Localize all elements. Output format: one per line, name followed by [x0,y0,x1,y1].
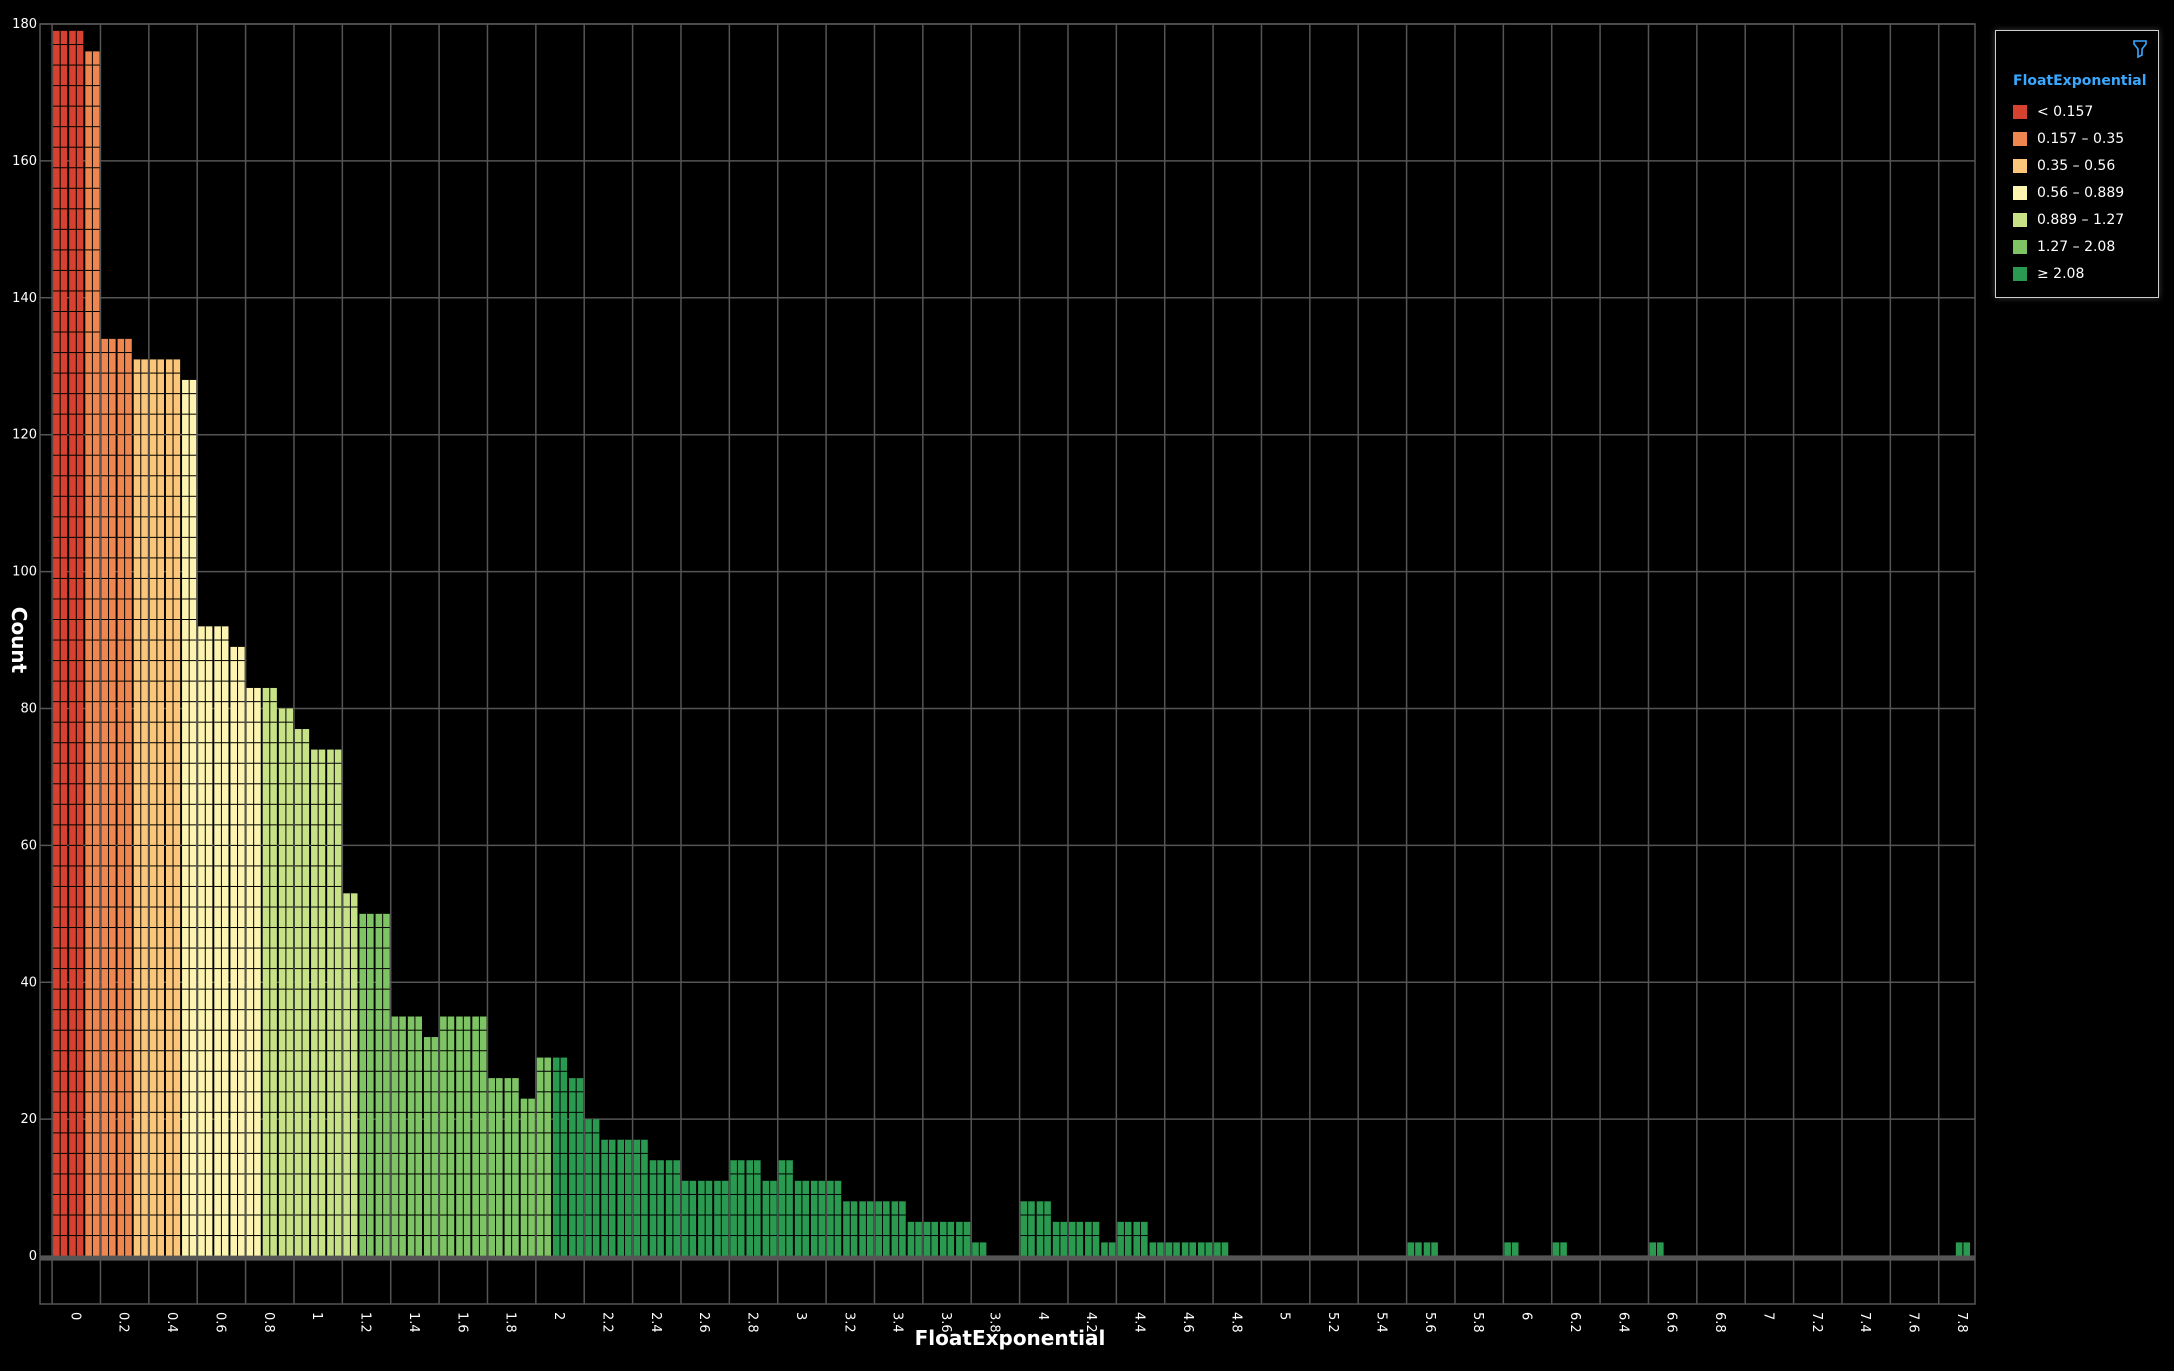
x-tick-label: 7 [1760,1312,1775,1320]
y-tick-label: 160 [12,154,37,169]
x-tick-label: 1.4 [406,1312,421,1333]
x-tick-label: 6.2 [1567,1312,1582,1333]
legend-item-label: 0.35 – 0.56 [2037,157,2116,174]
legend-item-label: 1.27 – 2.08 [2037,238,2116,255]
y-tick-label: 0 [29,1249,37,1264]
x-tick-label: 0 [67,1312,82,1320]
x-tick-label: 1.6 [454,1312,469,1333]
x-axis-title: FloatExponential [915,1326,1106,1350]
x-tick-label: 2.6 [696,1312,711,1333]
x-tick-label: 4.6 [1180,1312,1195,1333]
legend-item-label: 0.56 – 0.889 [2037,184,2125,201]
x-tick-label: 5.8 [1470,1312,1485,1333]
x-tick-label: 7.6 [1906,1312,1921,1333]
legend-panel: FloatExponential < 0.157 0.157 – 0.35 0.35… [1995,30,2159,298]
legend-swatch [2013,212,2027,227]
chart-stage: 0 20 40 60 80 100 120 140 160 180 0 0.2 0.4 0.6 0.8 1 1.… [0,0,2174,1371]
x-tick-label: 0.6 [212,1312,227,1333]
legend-item-label: ≥ 2.08 [2037,265,2085,282]
x-tick-label: 3.4 [890,1312,905,1333]
x-tick-label: 5.2 [1325,1312,1340,1333]
y-axis-title: Count [7,607,31,674]
legend-swatch [2013,158,2027,173]
legend-item-label: 0.157 – 0.35 [2037,130,2125,147]
x-tick-label: 6 [1519,1312,1534,1320]
x-tick-label: 0.4 [164,1312,179,1333]
x-tick-label: 2.8 [745,1312,760,1333]
x-tick-label: 2.2 [599,1312,614,1333]
legend-title: FloatExponential [2013,73,2147,89]
filter-funnel-icon[interactable] [2132,39,2148,59]
x-tick-label: 4 [1035,1312,1050,1320]
y-tick-label: 100 [12,565,37,580]
legend-swatch [2013,266,2027,281]
histogram-bars [53,30,1971,1257]
legend-items: < 0.157 0.157 – 0.35 0.35 – 0.56 0.56 – 0.8… [2013,98,2158,287]
x-tick-label: 1.2 [358,1312,373,1333]
legend-item[interactable]: 0.56 – 0.889 [2013,179,2158,206]
y-tick-label: 20 [20,1112,37,1127]
x-tick-label: 6.4 [1615,1312,1630,1333]
legend-swatch [2013,104,2027,119]
y-tick-label: 120 [12,428,37,443]
x-tick-label: 6.6 [1664,1312,1679,1333]
y-tick-label: 60 [20,838,37,853]
x-tick-label: 3.2 [841,1312,856,1333]
x-tick-label: 2.4 [648,1312,663,1333]
x-tick-label: 3 [793,1312,808,1320]
y-tick-label: 40 [20,975,37,990]
x-tick-label: 4.4 [1132,1312,1147,1333]
histogram-chart: 0 20 40 60 80 100 120 140 160 180 0 0.2 0.4 0.6 0.8 1 1.… [7,17,1976,1350]
y-tick-label: 140 [12,291,37,306]
legend-item[interactable]: 0.889 – 1.27 [2013,206,2158,233]
legend-item[interactable]: 1.27 – 2.08 [2013,233,2158,260]
x-tick-label: 5 [1277,1312,1292,1320]
x-tick-label: 5.6 [1422,1312,1437,1333]
legend-item[interactable]: < 0.157 [2013,98,2158,125]
legend-swatch [2013,239,2027,254]
x-tick-label: 6.8 [1712,1312,1727,1333]
legend-item-label: < 0.157 [2037,103,2094,120]
y-tick-label: 180 [12,17,37,32]
y-tick-label: 80 [20,701,37,716]
x-tick-label: 0.2 [116,1312,131,1333]
x-tick-label: 4.8 [1228,1312,1243,1333]
x-tick-label: 0.8 [261,1312,276,1333]
x-tick-label: 1.8 [503,1312,518,1333]
legend-item[interactable]: ≥ 2.08 [2013,260,2158,287]
legend-item-label: 0.889 – 1.27 [2037,211,2125,228]
legend-item[interactable]: 0.157 – 0.35 [2013,125,2158,152]
x-tick-label: 7.2 [1809,1312,1824,1333]
legend-swatch [2013,185,2027,200]
x-tick-label: 7.8 [1954,1312,1969,1333]
x-tick-label: 5.4 [1373,1312,1388,1333]
x-tick-label: 2 [551,1312,566,1320]
x-tick-label: 1 [309,1312,324,1320]
legend-item[interactable]: 0.35 – 0.56 [2013,152,2158,179]
legend-swatch [2013,131,2027,146]
x-tick-label: 7.4 [1857,1312,1872,1333]
